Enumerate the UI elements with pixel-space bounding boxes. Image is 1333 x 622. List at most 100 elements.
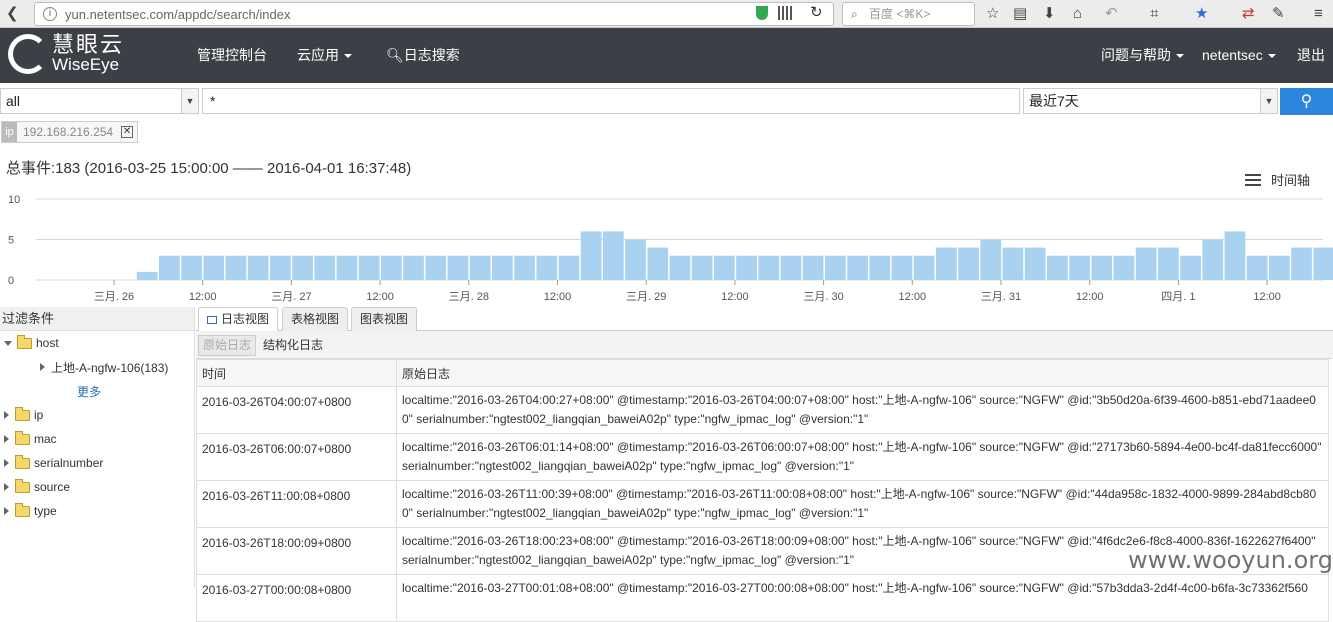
histogram-bar xyxy=(1313,247,1333,280)
back-icon[interactable]: ❮ xyxy=(6,0,19,28)
histogram-bar xyxy=(1158,247,1179,280)
collapse-arrow-icon[interactable] xyxy=(4,459,9,467)
column-header-raw[interactable]: 原始日志 xyxy=(396,359,1329,387)
tree-node-source[interactable]: source xyxy=(4,475,70,499)
info-icon[interactable]: i xyxy=(43,7,57,21)
histogram-bar xyxy=(980,239,1002,280)
monitor-icon xyxy=(207,315,217,324)
structured-log-button[interactable]: 结构化日志 xyxy=(263,335,323,356)
x-tick-label: 12:00 xyxy=(189,291,217,303)
folder-icon xyxy=(15,454,30,469)
histogram-bar xyxy=(825,255,846,280)
more-link[interactable]: 更多 xyxy=(77,379,101,403)
home-icon[interactable]: ⌂ xyxy=(1073,0,1082,28)
histogram-bar xyxy=(1113,255,1135,280)
x-tick-label: 12:00 xyxy=(721,291,749,303)
logo[interactable]: 慧眼云 WiseEye xyxy=(8,34,124,74)
filter-tag-key: ip xyxy=(2,122,17,142)
table-row[interactable]: 2016-03-26T04:00:07+0800 localtime:"2016-… xyxy=(196,386,1329,434)
column-header-time[interactable]: 时间 xyxy=(196,359,397,387)
tree-node-serialnumber[interactable]: serialnumber xyxy=(4,451,103,475)
bookmark-star-icon[interactable]: ☆ xyxy=(986,0,999,28)
histogram-bar xyxy=(292,255,313,280)
histogram-bar xyxy=(492,255,513,280)
tree-node-host[interactable]: host xyxy=(4,331,59,355)
extension-icon[interactable]: ✎ xyxy=(1272,0,1285,28)
cell-raw-log: localtime:"2016-03-27T00:01:08+08:00" @t… xyxy=(396,574,1329,622)
time-range-select[interactable]: 最近7天 ▼ xyxy=(1023,88,1278,114)
histogram-bar xyxy=(270,255,291,280)
chevron-down-icon[interactable]: ▼ xyxy=(181,89,198,113)
tree-node-type[interactable]: type xyxy=(4,499,57,523)
search-icon: 🔍︎ xyxy=(386,47,404,63)
histogram-bar xyxy=(336,255,358,280)
tree-node-ip[interactable]: ip xyxy=(4,403,43,427)
browser-search-input[interactable]: ⌕ 百度 <⌘K> xyxy=(842,2,975,26)
crop-icon[interactable]: ⌗ xyxy=(1150,0,1158,28)
tab-chart-view[interactable]: 图表视图 xyxy=(351,307,418,331)
extension-star-icon[interactable]: ★ xyxy=(1195,0,1208,28)
tab-log-view[interactable]: 日志视图 xyxy=(198,307,279,332)
tab-table-view[interactable]: 表格视图 xyxy=(282,307,349,331)
close-icon[interactable]: ✕ xyxy=(121,126,134,138)
histogram-bar xyxy=(603,231,624,280)
nav-console[interactable]: 管理控制台 xyxy=(197,28,267,83)
menu-icon[interactable]: ≡ xyxy=(1314,0,1323,28)
address-bar[interactable]: i yun.netentsec.com/appdc/search/index xyxy=(34,2,834,26)
raw-log-button[interactable]: 原始日志 xyxy=(198,335,257,356)
shield-icon[interactable] xyxy=(756,6,768,20)
folder-icon xyxy=(15,478,30,493)
x-tick-label: 三月. 28 xyxy=(449,291,489,303)
hamburger-icon xyxy=(1245,173,1261,186)
nav-logout[interactable]: 退出 xyxy=(1297,28,1325,83)
histogram-bar xyxy=(625,239,646,280)
filter-tag-value: 192.168.216.254 xyxy=(23,125,114,139)
histogram-bar xyxy=(847,255,868,280)
collapse-arrow-icon[interactable] xyxy=(4,435,9,443)
filter-tag-ip: ip 192.168.216.254 ✕ xyxy=(1,121,139,143)
tree-node-label: 上地-A-ngfw-106(183) xyxy=(51,360,169,375)
histogram-bar xyxy=(225,255,247,280)
qrcode-icon[interactable] xyxy=(778,6,792,20)
histogram-bar xyxy=(802,255,824,280)
tree-node-mac[interactable]: mac xyxy=(4,427,57,451)
histogram-bar xyxy=(1291,247,1312,280)
browser-search-placeholder: 百度 <⌘K> xyxy=(869,7,931,21)
cell-time: 2016-03-26T06:00:07+0800 xyxy=(196,433,397,481)
cell-raw-log: localtime:"2016-03-26T06:01:14+08:00" @t… xyxy=(396,433,1329,481)
search-button[interactable]: ⚲ xyxy=(1280,88,1333,115)
scope-select[interactable]: all ▼ xyxy=(0,88,199,114)
tree-node-label: serialnumber xyxy=(34,456,104,470)
nav-log-search-label: 日志搜索 xyxy=(403,47,460,63)
histogram-bar xyxy=(1069,255,1090,280)
nav-user[interactable]: netentsec xyxy=(1202,28,1276,83)
histogram-bar xyxy=(691,255,713,280)
collapse-arrow-icon[interactable] xyxy=(4,507,9,515)
collapse-arrow-icon[interactable] xyxy=(4,411,9,419)
histogram-bar xyxy=(714,255,735,280)
histogram-bar xyxy=(1047,255,1068,280)
histogram-bar xyxy=(514,255,535,280)
nav-cloud-app[interactable]: 云应用 xyxy=(297,28,352,83)
download-icon[interactable]: ⬇ xyxy=(1043,0,1056,28)
table-row[interactable]: 2016-03-26T06:00:07+0800 localtime:"2016-… xyxy=(196,433,1329,481)
collapse-arrow-icon[interactable] xyxy=(40,363,45,371)
nav-log-search[interactable]: 🔍︎日志搜索 xyxy=(386,28,460,83)
chevron-down-icon[interactable]: ▼ xyxy=(1260,89,1277,113)
x-tick-label: 12:00 xyxy=(1076,291,1104,303)
reading-list-icon[interactable]: ▤ xyxy=(1013,0,1027,28)
table-row[interactable]: 2016-03-27T00:00:08+0800 localtime:"2016-… xyxy=(196,574,1329,622)
query-input[interactable]: * xyxy=(202,88,1020,114)
cell-raw-log: localtime:"2016-03-26T04:00:27+08:00" @t… xyxy=(396,386,1329,434)
tree-node-host-value[interactable]: 上地-A-ngfw-106(183) xyxy=(40,355,168,379)
collapse-arrow-icon[interactable] xyxy=(4,483,9,491)
y-tick-label: 10 xyxy=(8,194,20,206)
x-tick-label: 12:00 xyxy=(366,291,394,303)
undo-icon[interactable]: ↶ xyxy=(1105,0,1118,28)
reload-icon[interactable]: ↻ xyxy=(810,3,823,21)
nav-help[interactable]: 问题与帮助 xyxy=(1101,28,1184,83)
sync-icon[interactable]: ⇄ xyxy=(1242,0,1255,28)
table-row[interactable]: 2016-03-26T11:00:08+0800 localtime:"2016-… xyxy=(196,480,1329,528)
expand-arrow-icon[interactable] xyxy=(4,340,12,346)
chevron-down-icon xyxy=(1267,54,1276,59)
